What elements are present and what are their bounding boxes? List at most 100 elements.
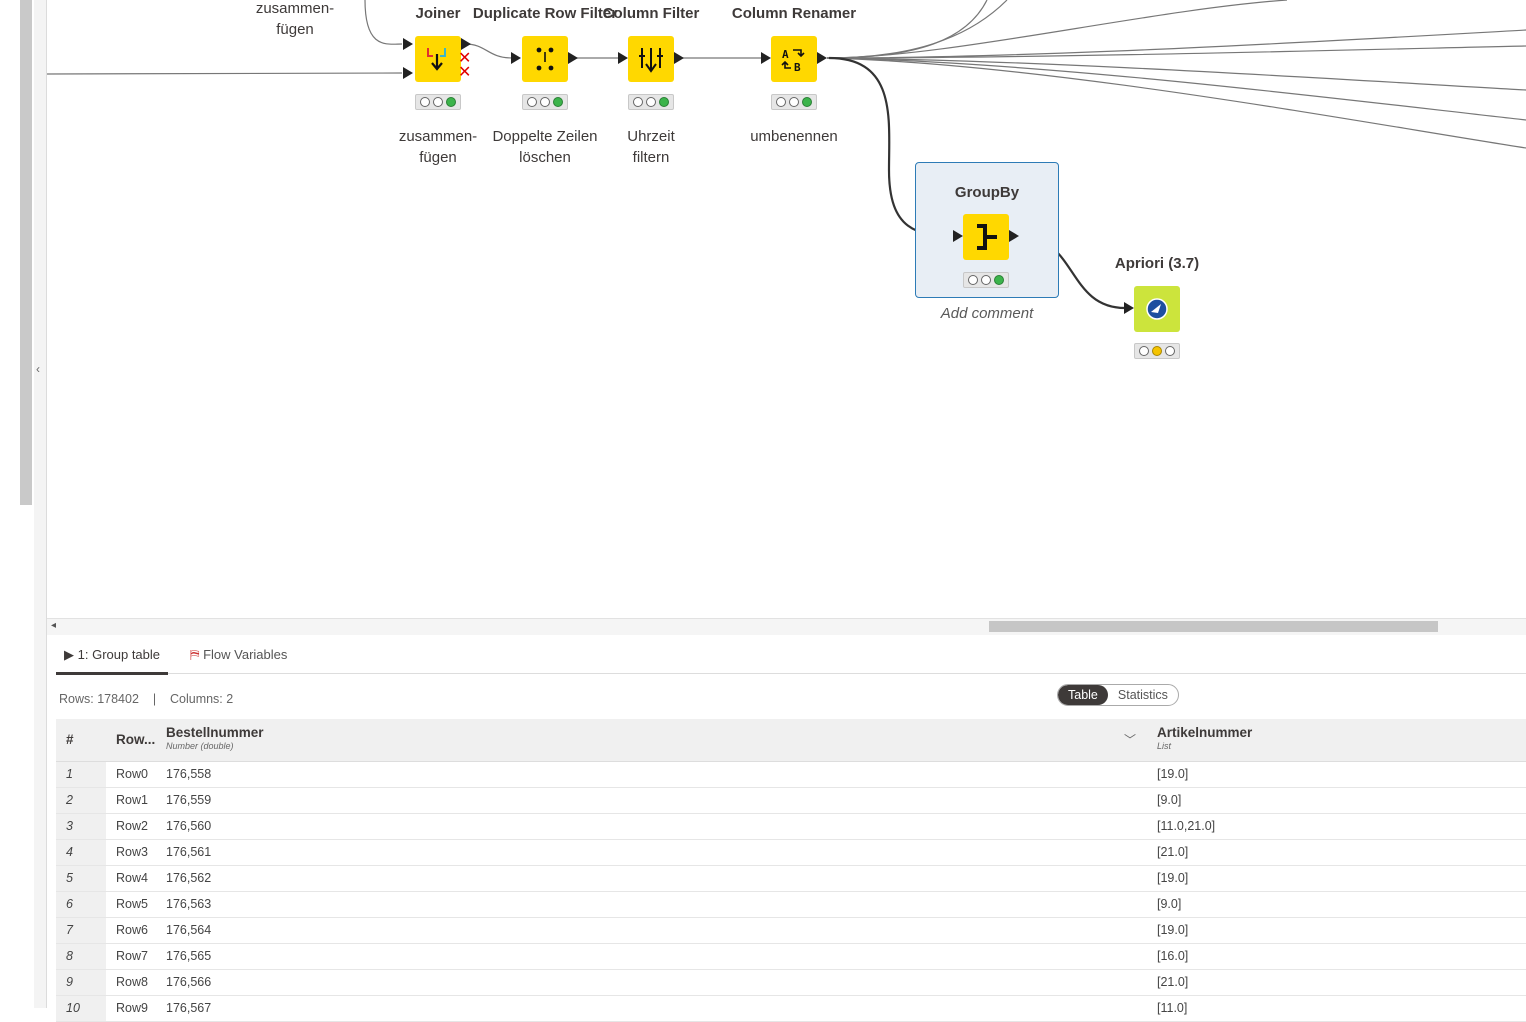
row-id: Row5 [116,897,148,911]
column-renamer-node-title[interactable]: Column Renamer [732,5,856,22]
row-id: Row4 [116,871,148,885]
column-filter-node-title[interactable]: Column Filter [603,5,700,22]
cell-bestellnummer: 176,563 [166,897,212,911]
table-row[interactable]: 10 Row9 176,567 [11.0] [56,996,1526,1022]
column-type: List [1157,741,1172,751]
column-type: Number (double) [166,741,234,751]
column-name: Artikelnummer [1157,725,1253,740]
groupby-node[interactable] [963,214,1009,260]
node-output-panel: ▶ 1: Group table ⛿ Flow Variables Rows: … [47,635,1526,1022]
row-id: Row3 [116,845,148,859]
joiner-node[interactable] [415,36,461,82]
column-renamer-node-label[interactable]: umbenennen [729,126,859,147]
tab-flow-variables[interactable]: ⛿ Flow Variables [182,643,295,672]
add-comment-label[interactable]: Add comment [941,305,1034,322]
row-index: 2 [56,788,106,813]
table-row[interactable]: 3 Row2 176,560 [11.0,21.0] [56,814,1526,840]
cell-artikelnummer: [19.0] [1157,767,1189,781]
joiner-node-title[interactable]: Joiner [415,5,460,22]
table-row[interactable]: 8 Row7 176,565 [16.0] [56,944,1526,970]
flow-variable-icon: ⛿ [190,647,200,662]
cell-artikelnummer: [19.0] [1157,871,1189,885]
table-view-button[interactable]: Table [1058,685,1108,705]
apriori-node-title[interactable]: Apriori (3.7) [1115,255,1199,272]
scroll-left-arrow-icon[interactable]: ◂ [51,620,56,631]
column-renamer-input-port[interactable] [761,52,771,64]
joiner-input-port[interactable] [403,67,413,79]
duplicate-row-filter-input-port[interactable] [511,52,521,64]
cell-artikelnummer: [21.0] [1157,845,1189,859]
duplicate-row-filter-status-lights [522,94,568,110]
duplicate-row-filter-node-title[interactable]: Duplicate Row Filter [473,5,617,22]
column-renamer-node[interactable]: A B [771,36,817,82]
left-panel-scrollbar[interactable] [20,0,32,505]
row-id: Row6 [116,923,148,937]
workflow-canvas[interactable]: zusammen- fügen Joiner ✕ ✕ zusammen- füge… [47,0,1526,618]
panel-splitter[interactable]: ‹ [34,0,47,1008]
row-index: 5 [56,866,106,891]
top-left-node-label: zusammen- fügen [255,0,335,38]
apriori-node[interactable] [1134,286,1180,332]
table-row[interactable]: 9 Row8 176,566 [21.0] [56,970,1526,996]
row-index: 4 [56,840,106,865]
tab-group-table[interactable]: ▶ 1: Group table [56,643,169,675]
table-row[interactable]: 7 Row6 176,564 [19.0] [56,918,1526,944]
view-toggle[interactable]: Table Statistics [1057,684,1179,706]
table-header: # Row... Bestellnummer Number (double) ﹀… [56,719,1526,762]
row-id: Row1 [116,793,148,807]
apriori-icon [1146,298,1168,320]
cell-artikelnummer: [16.0] [1157,949,1189,963]
cell-artikelnummer: [21.0] [1157,975,1189,989]
joiner-input-port[interactable] [403,38,413,50]
groupby-node-title[interactable]: GroupBy [955,184,1019,201]
joiner-icon [427,48,446,71]
apriori-status-lights [1134,343,1180,359]
table-row[interactable]: 4 Row3 176,561 [21.0] [56,840,1526,866]
row-id: Row7 [116,949,148,963]
left-side-panel [0,0,35,1008]
column-renamer-output-port[interactable] [817,52,827,64]
scrollbar-thumb[interactable] [989,621,1438,632]
cell-artikelnummer: [9.0] [1157,793,1182,807]
apriori-input-port[interactable] [1124,302,1134,314]
play-icon: ▶ [64,647,74,662]
canvas-horizontal-scrollbar[interactable]: ◂ [47,618,1526,635]
column-filter-input-port[interactable] [618,52,628,64]
cell-bestellnummer: 176,562 [166,871,212,885]
cell-bestellnummer: 176,567 [166,1001,212,1015]
collapse-chevron-icon[interactable]: ‹ [36,362,40,376]
row-index: 8 [56,944,106,969]
groupby-output-port[interactable] [1009,230,1019,242]
table-stats: Rows: 178402 | Columns: 2 [59,692,233,706]
duplicate-row-filter-output-port[interactable] [568,52,578,64]
duplicate-row-filter-node[interactable] [522,36,568,82]
index-column-header: # [66,732,74,747]
row-id: Row8 [116,975,148,989]
table-row[interactable]: 2 Row1 176,559 [9.0] [56,788,1526,814]
row-index: 3 [56,814,106,839]
table-row[interactable]: 1 Row0 176,558 [19.0] [56,762,1526,788]
tab-label: 1: Group table [77,647,161,662]
column-filter-node-label[interactable]: Uhrzeit filtern [586,126,716,168]
cell-artikelnummer: [11.0,21.0] [1157,819,1216,833]
column-filter-output-port[interactable] [674,52,684,64]
cell-bestellnummer: 176,564 [166,923,212,937]
joiner-output-port[interactable] [461,38,471,50]
table-row[interactable]: 6 Row5 176,563 [9.0] [56,892,1526,918]
column-header-artikelnummer[interactable]: Artikelnummer List [1157,725,1252,751]
table-row[interactable]: 5 Row4 176,562 [19.0] [56,866,1526,892]
data-table: # Row... Bestellnummer Number (double) ﹀… [56,719,1526,1022]
groupby-input-port[interactable] [953,230,963,242]
statistics-view-button[interactable]: Statistics [1108,685,1178,705]
row-index: 10 [56,996,106,1021]
cell-artikelnummer: [11.0] [1157,1001,1188,1015]
column-menu-chevron-down-icon[interactable]: ﹀ [1124,731,1136,748]
column-header-bestellnummer[interactable]: Bestellnummer Number (double) [166,725,264,751]
row-id: Row0 [116,767,148,781]
cell-bestellnummer: 176,565 [166,949,212,963]
column-renamer-icon: A B [781,48,805,74]
column-filter-node[interactable] [628,36,674,82]
rowid-column-header[interactable]: Row... [116,732,155,747]
tab-label: Flow Variables [203,647,288,662]
columns-count: Columns: 2 [169,692,234,706]
